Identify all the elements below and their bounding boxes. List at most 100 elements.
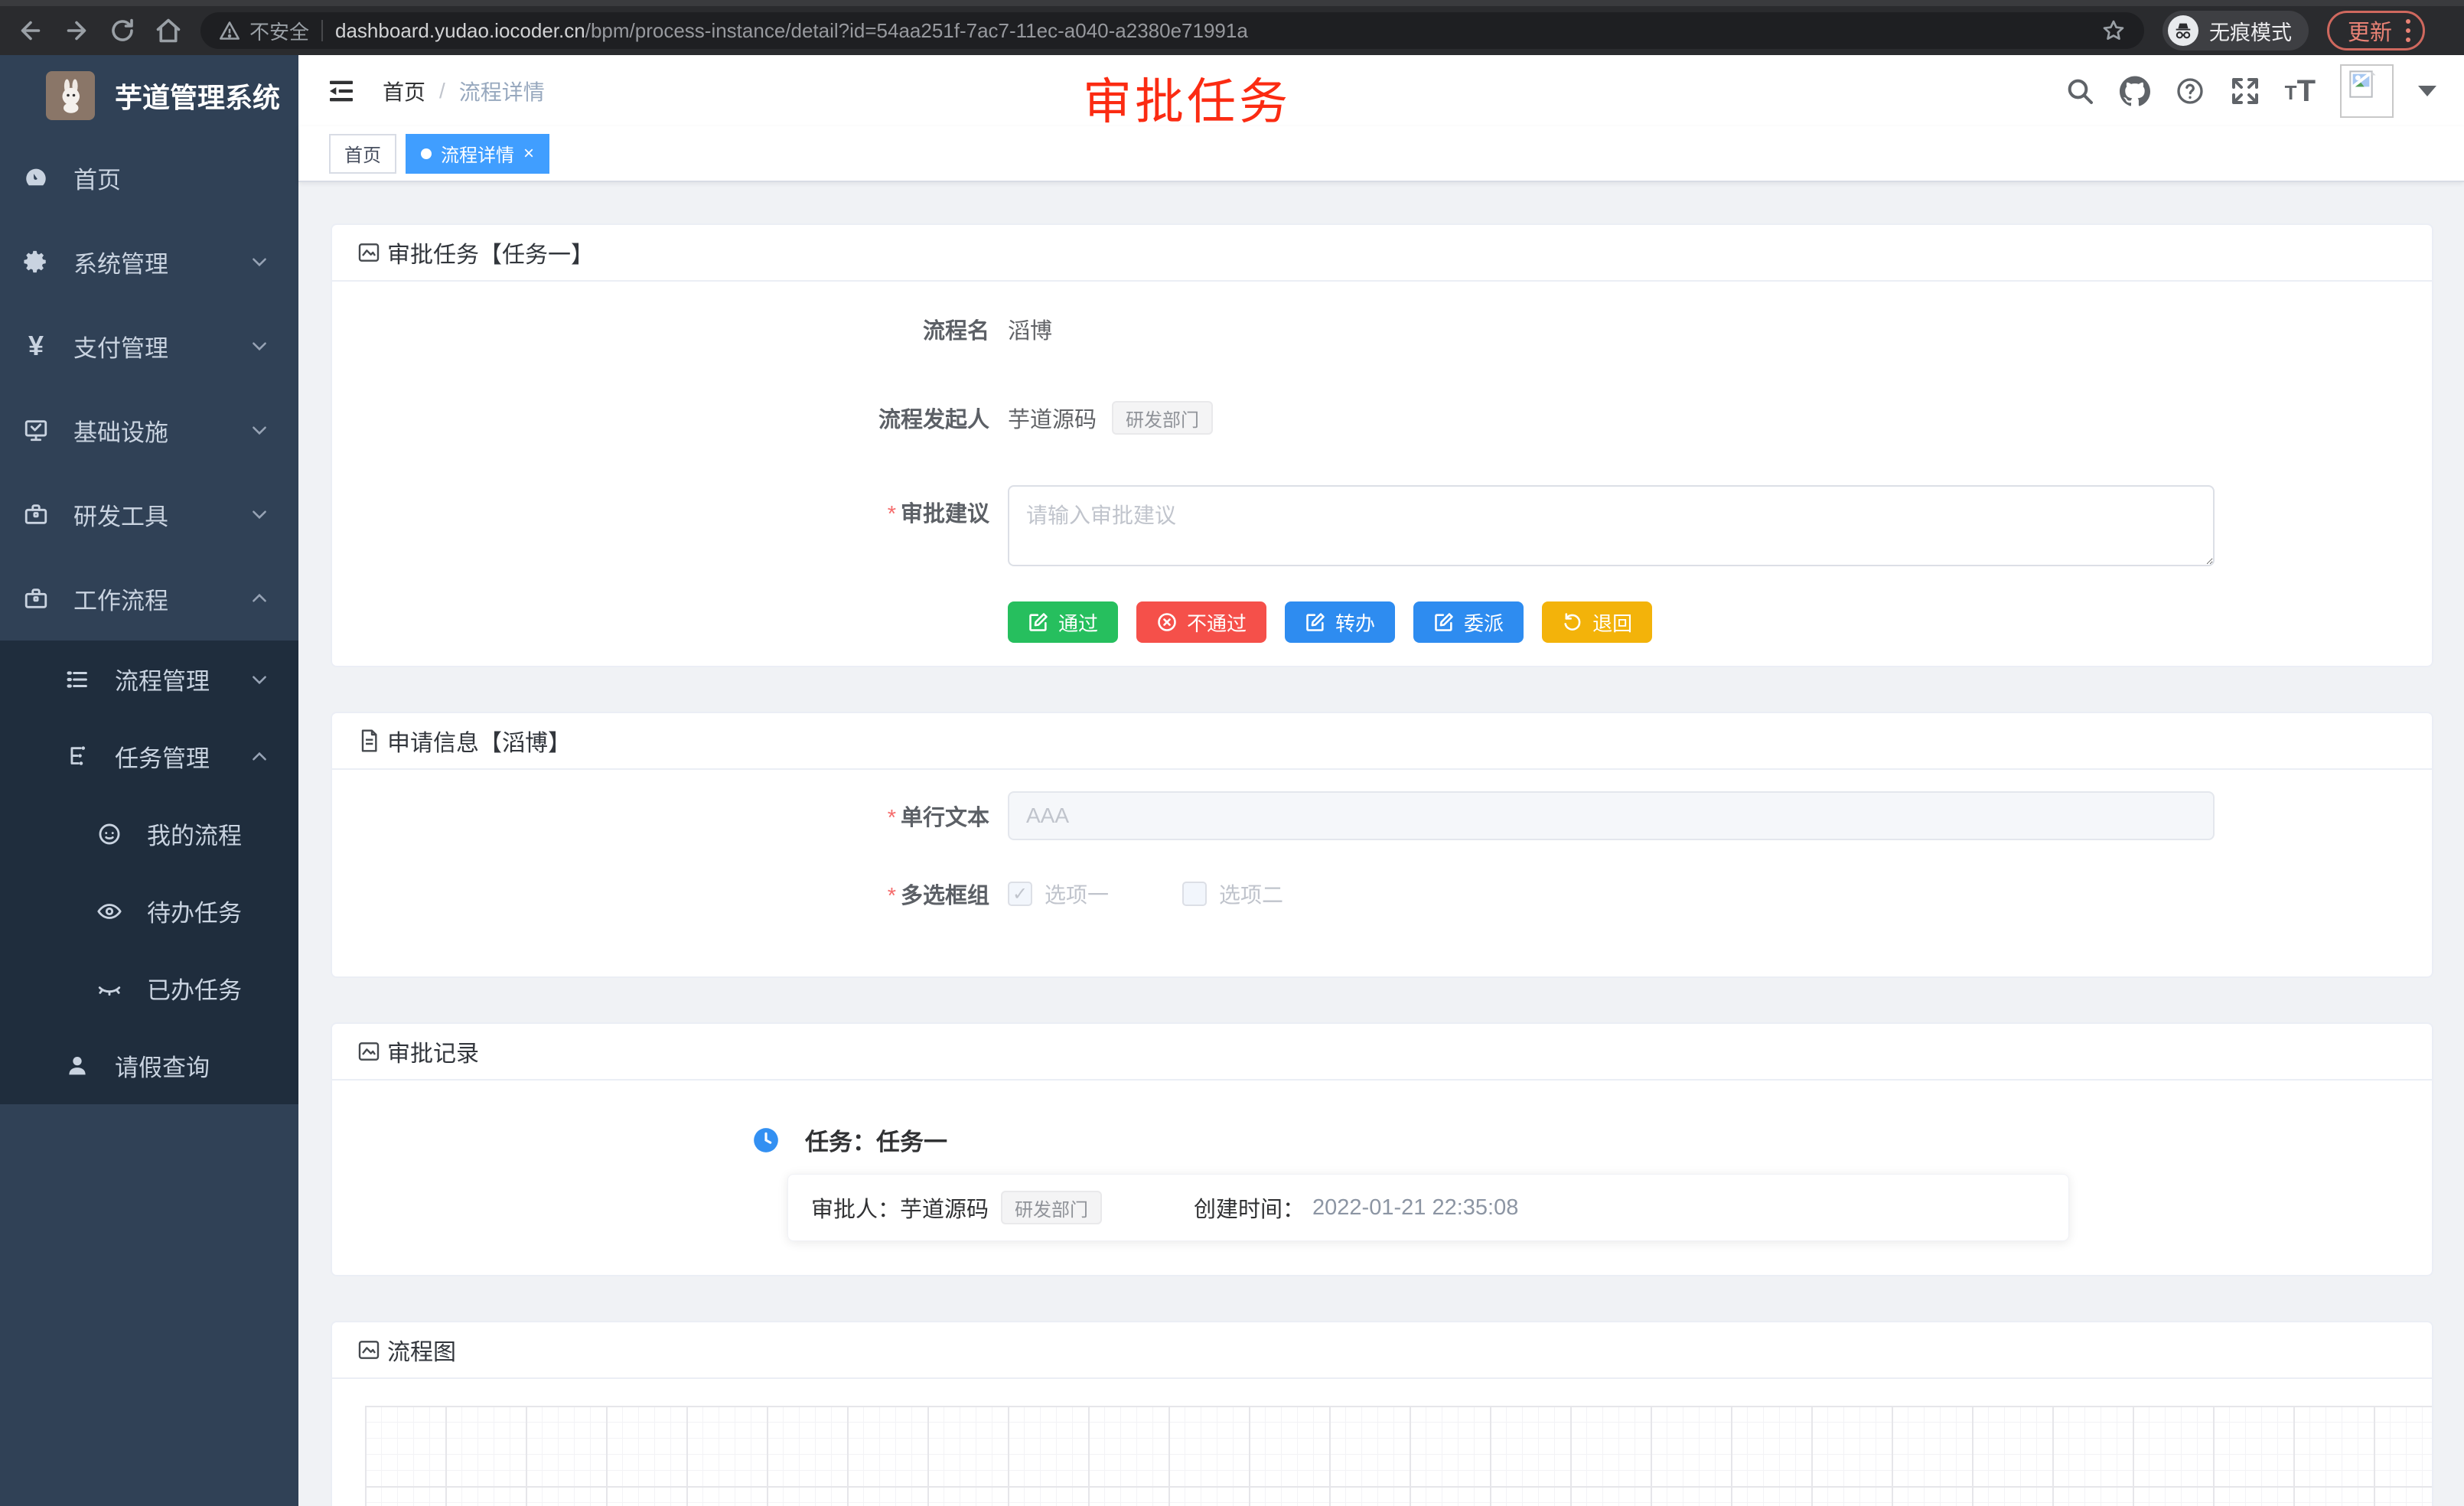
chevron-down-icon (249, 670, 269, 689)
sidebar-item-my-process[interactable]: 我的流程 (0, 795, 298, 872)
annotation-approval-task: 审批任务 (1083, 63, 1291, 133)
sidebar-item-label: 我的流程 (147, 817, 242, 851)
card-body: 任务：任务一 审批人： 芋道源码 研发部门 创建时间： 2022-01-21 2… (332, 1123, 2432, 1241)
chevron-up-icon (249, 747, 269, 767)
tags-view-bar: 首页 流程详情 × (298, 126, 2464, 182)
card-title: 流程图 (387, 1333, 456, 1367)
fullscreen-icon[interactable] (2230, 76, 2260, 106)
document-icon (357, 729, 381, 753)
reload-icon[interactable] (109, 17, 136, 44)
field-label: *审批建议 (332, 485, 1008, 528)
edit-icon (1305, 611, 1326, 633)
breadcrumb-current: 流程详情 (459, 76, 545, 106)
approve-button[interactable]: 通过 (1008, 601, 1118, 643)
monitor-icon (23, 417, 49, 443)
bookmark-star-icon[interactable] (2101, 18, 2126, 43)
card-body (332, 1406, 2432, 1506)
yen-icon: ¥ (23, 330, 49, 362)
sidebar-item-task-mgmt[interactable]: 任务管理 (0, 718, 298, 795)
avatar-caret-icon[interactable] (2418, 86, 2436, 96)
font-size-icon[interactable]: TT (2285, 77, 2316, 105)
delegate-button[interactable]: 委派 (1413, 601, 1524, 643)
tree-icon (64, 744, 90, 770)
sidebar-logo[interactable]: 芋道管理系统 (0, 55, 298, 135)
sidebar-item-label: 待办任务 (147, 894, 242, 928)
eye-closed-icon (96, 976, 122, 1002)
sidebar-item-label: 任务管理 (115, 739, 210, 774)
browser-chrome: 不安全 dashboard.yudao.iocoder.cn/bpm/proce… (0, 0, 2464, 55)
suggestion-textarea[interactable] (1008, 485, 2215, 566)
checkbox-label: 选项二 (1219, 878, 1283, 909)
workflow-submenu: 流程管理 任务管理 我的流程 待办任务 已办任务 请假 (0, 641, 298, 1104)
back-icon[interactable] (17, 17, 44, 44)
face-icon (96, 821, 122, 847)
sidebar-item-home[interactable]: 首页 (0, 135, 298, 220)
github-icon[interactable] (2120, 76, 2150, 106)
card-body: 流程名 滔博 流程发起人 芋道源码 研发部门 *审批建议 (332, 305, 2432, 643)
card-header: 申请信息【滔博】 (332, 713, 2432, 770)
created-label: 创建时间： (1194, 1191, 1305, 1224)
approver-label: 审批人： (811, 1191, 900, 1224)
not-secure-icon (219, 20, 240, 41)
avatar[interactable] (2340, 64, 2394, 118)
return-button[interactable]: 退回 (1542, 601, 1652, 643)
browser-toolbar: 不安全 dashboard.yudao.iocoder.cn/bpm/proce… (0, 6, 2464, 55)
chevron-down-icon (249, 504, 269, 524)
sidebar-item-leave-query[interactable]: 请假查询 (0, 1027, 298, 1104)
url-bar[interactable]: 不安全 dashboard.yudao.iocoder.cn/bpm/proce… (200, 12, 2144, 49)
action-buttons-row: 通过 不通过 转办 委派 (332, 601, 2432, 643)
timeline-item: 任务：任务一 (751, 1123, 2432, 1157)
card-header: 审批任务【任务一】 (332, 225, 2432, 282)
home-icon[interactable] (155, 17, 182, 44)
single-text-input (1008, 791, 2215, 840)
reject-button[interactable]: 不通过 (1136, 601, 1266, 643)
sidebar-item-system[interactable]: 系统管理 (0, 220, 298, 304)
process-name-row: 流程名 滔博 (332, 305, 2432, 354)
card-title: 审批记录 (387, 1035, 479, 1068)
sidebar-item-done-tasks[interactable]: 已办任务 (0, 950, 298, 1027)
url-text: dashboard.yudao.iocoder.cn/bpm/process-i… (335, 19, 1248, 43)
sidebar-item-payment[interactable]: ¥ 支付管理 (0, 304, 298, 388)
sidebar-item-workflow[interactable]: 工作流程 (0, 556, 298, 641)
sidebar-item-devtools[interactable]: 研发工具 (0, 472, 298, 556)
incognito-icon (2168, 15, 2198, 46)
field-label: 流程发起人 (332, 402, 1008, 434)
sidebar-item-label: 首页 (73, 161, 121, 195)
clock-icon (751, 1126, 781, 1155)
sidebar: 芋道管理系统 首页 系统管理 ¥ 支付管理 基础设施 研发工具 (0, 55, 298, 1506)
sidebar-fold-icon[interactable] (326, 76, 357, 106)
forward-icon[interactable] (63, 17, 90, 44)
sidebar-item-process-mgmt[interactable]: 流程管理 (0, 641, 298, 718)
breadcrumb: 首页 / 流程详情 (383, 76, 545, 106)
browser-menu-icon[interactable] (2406, 19, 2410, 42)
process-name-value: 滔博 (1008, 313, 1052, 345)
help-icon[interactable] (2175, 76, 2205, 106)
active-dot-icon (421, 148, 432, 159)
sidebar-item-todo-tasks[interactable]: 待办任务 (0, 872, 298, 950)
transfer-button[interactable]: 转办 (1285, 601, 1395, 643)
approver-detail-box: 审批人： 芋道源码 研发部门 创建时间： 2022-01-21 22:35:08 (787, 1174, 2069, 1241)
single-text-row: *单行文本 (332, 791, 2432, 840)
security-label: 不安全 (249, 17, 309, 45)
sidebar-item-infra[interactable]: 基础设施 (0, 388, 298, 472)
picture-icon (357, 240, 381, 265)
app-title: 芋道管理系统 (115, 76, 280, 116)
approver-name: 芋道源码 (900, 1191, 989, 1224)
checkbox-unchecked (1182, 882, 1207, 906)
chrome-update-button[interactable]: 更新 (2327, 11, 2425, 51)
close-icon[interactable]: × (523, 145, 534, 163)
tab-process-detail[interactable]: 流程详情 × (406, 134, 549, 174)
breadcrumb-separator: / (439, 79, 445, 103)
bpmn-canvas[interactable] (365, 1406, 2432, 1506)
chevron-down-icon (249, 420, 269, 440)
tab-home[interactable]: 首页 (329, 134, 396, 174)
field-label: 流程名 (332, 313, 1008, 345)
breadcrumb-home[interactable]: 首页 (383, 76, 425, 106)
page-content: 审批任务【任务一】 流程名 滔博 流程发起人 芋道源码 研发部门 (298, 182, 2464, 1506)
picture-icon (357, 1039, 381, 1064)
chevron-down-icon (249, 252, 269, 272)
sidebar-item-label: 已办任务 (147, 971, 242, 1006)
search-icon[interactable] (2065, 76, 2095, 106)
card-header: 审批记录 (332, 1024, 2432, 1081)
sidebar-item-label: 流程管理 (115, 662, 210, 696)
